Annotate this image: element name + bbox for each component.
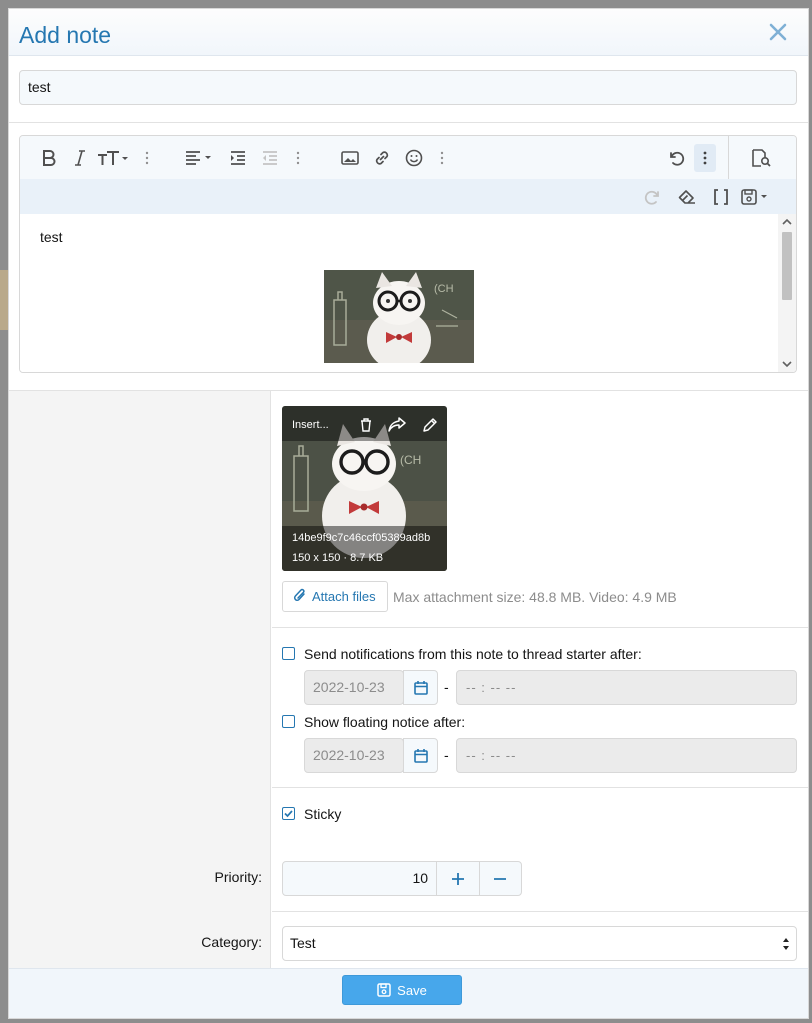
category-select[interactable]: Test [282,926,797,961]
save-draft-icon[interactable] [740,183,772,211]
notifications-label: Send notifications from this note to thr… [304,646,642,662]
floating-notice-time-input[interactable]: -- : -- -- [456,738,797,773]
notifications-checkbox[interactable] [282,647,295,660]
svg-text:(CH: (CH [434,283,454,295]
toolbar-separator [728,136,729,179]
outdent-icon[interactable] [260,144,280,172]
minus-icon [494,877,507,880]
category-label: Category: [201,934,262,950]
background-strip [0,270,8,330]
increment-button[interactable] [436,862,478,895]
editor-toolbar-main [20,136,796,179]
range-separator: - [444,747,449,763]
attachment-actions-bar: Insert... [282,406,447,441]
add-note-modal: Add note test test (CH Priority: Categor… [8,8,809,1019]
text-size-icon[interactable] [96,144,130,172]
floating-notice-date-input[interactable]: 2022-10-23 [304,738,404,773]
notifications-time-input[interactable]: -- : -- -- [456,670,797,705]
modal-title: Add note [19,22,112,48]
rich-text-editor: test (CH [19,135,797,373]
label-column: Priority: Category: [9,391,271,968]
priority-label: Priority: [214,869,262,885]
note-options-form: Priority: Category: (CH Insert... 14be9f… [9,391,808,968]
priority-input[interactable]: 10 [283,862,436,895]
align-left-icon[interactable] [185,144,215,172]
save-icon [377,983,391,997]
title-row: test [9,56,808,123]
delete-icon[interactable] [360,418,372,435]
more-vertical-icon[interactable] [694,144,716,172]
sticky-label: Sticky [304,806,342,822]
bold-icon[interactable] [38,144,60,172]
more-vertical-icon[interactable] [291,144,305,172]
eraser-icon[interactable] [676,183,698,211]
plus-icon [451,872,464,885]
svg-text:(CH: (CH [400,453,421,467]
attach-files-label: Attach files [312,589,376,604]
priority-stepper: 10 [282,861,522,896]
italic-icon[interactable] [70,144,90,172]
scrollbar-thumb[interactable] [782,232,792,300]
smiley-icon[interactable] [404,144,424,172]
editor-row: test (CH [9,123,808,391]
bbcode-icon[interactable] [710,183,732,211]
inserted-cat-image: (CH [324,270,474,363]
redo-icon[interactable] [642,183,664,211]
sticky-checkbox[interactable] [282,807,295,820]
modal-header: Add note [9,9,808,56]
insert-button[interactable]: Insert... [292,419,329,431]
divider [272,787,808,788]
edit-icon[interactable] [422,417,438,436]
note-title-input[interactable]: test [19,70,797,105]
attachment-size-info: Max attachment size: 48.8 MB. Video: 4.9… [393,589,677,605]
undo-icon[interactable] [665,144,687,172]
more-vertical-icon[interactable] [435,144,449,172]
attachment-filename: 14be9f9c7c46ccf05389ad8b [292,532,431,544]
checkmark-icon [284,810,293,818]
select-arrows-icon [783,938,789,950]
notifications-date-input[interactable]: 2022-10-23 [304,670,404,705]
decrement-button[interactable] [478,862,521,895]
category-value: Test [290,935,316,951]
input-column: (CH Insert... 14be9f9c7c46ccf05389ad8b 1… [272,391,808,968]
editor-content[interactable]: test (CH [20,214,796,372]
floating-notice-label: Show floating notice after: [304,714,466,730]
save-label: Save [397,982,427,998]
preview-icon[interactable] [750,144,772,172]
save-button[interactable]: Save [342,975,462,1005]
indent-icon[interactable] [228,144,248,172]
close-icon[interactable] [766,20,790,44]
floating-notice-checkbox[interactable] [282,715,295,728]
calendar-icon[interactable] [403,738,438,773]
share-icon[interactable] [388,417,406,436]
editor-toolbar-more [20,179,796,214]
attach-files-button[interactable]: Attach files [282,581,388,612]
editor-scrollbar[interactable] [778,214,796,372]
paperclip-icon [293,587,307,606]
link-icon[interactable] [372,144,392,172]
editor-text: test [40,229,63,245]
calendar-icon[interactable] [403,670,438,705]
more-vertical-icon[interactable] [140,144,154,172]
attachment-thumbnail[interactable]: (CH Insert... 14be9f9c7c46ccf05389ad8b 1… [282,406,447,571]
range-separator: - [444,679,449,695]
image-icon[interactable] [340,144,360,172]
modal-footer: Save [9,968,808,1018]
divider [272,627,808,628]
divider [272,911,808,912]
attachment-info-bar: 14be9f9c7c46ccf05389ad8b 150 x 150 · 8.7… [282,526,447,571]
attachment-meta: 150 x 150 · 8.7 KB [292,552,384,564]
